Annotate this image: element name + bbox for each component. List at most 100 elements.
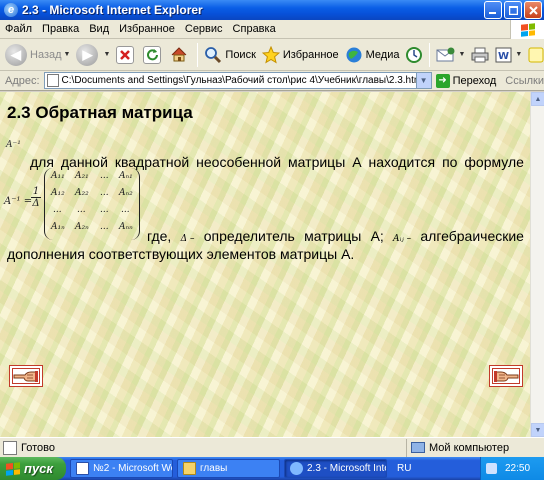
go-button[interactable]: ➜ Переход bbox=[435, 73, 496, 88]
fraction-numerator: 1 bbox=[31, 186, 41, 198]
word-icon: W bbox=[495, 47, 512, 62]
window-controls bbox=[484, 1, 542, 19]
word: матрицы bbox=[304, 228, 362, 244]
media-icon bbox=[346, 47, 362, 62]
clock: 22:50 bbox=[505, 463, 531, 474]
messenger-icon bbox=[528, 47, 544, 62]
my-computer-icon bbox=[411, 442, 425, 453]
back-arrow-icon: ◀ bbox=[5, 43, 27, 66]
menu-help[interactable]: Справка bbox=[228, 23, 281, 35]
address-bar: Адрес: C:\Documents and Settings\Гульназ… bbox=[0, 71, 544, 91]
menu-view[interactable]: Вид bbox=[84, 23, 114, 35]
matrix-cell: ... bbox=[100, 171, 109, 181]
word: формуле bbox=[464, 154, 524, 170]
address-label: Адрес: bbox=[5, 74, 40, 87]
favorites-label: Избранное bbox=[282, 48, 339, 61]
forward-arrow-icon: ▶ bbox=[76, 43, 99, 66]
next-page-button[interactable] bbox=[489, 365, 523, 387]
taskbar: пуск №2 - Microsoft Word главы 2.3 - Mic… bbox=[0, 457, 544, 480]
mail-button[interactable]: ▼ bbox=[433, 41, 468, 69]
task-word[interactable]: №2 - Microsoft Word bbox=[70, 459, 173, 478]
start-button[interactable]: пуск bbox=[0, 457, 66, 480]
address-input[interactable]: C:\Documents and Settings\Гульназ\Рабочи… bbox=[43, 72, 432, 89]
speaker-icon[interactable] bbox=[486, 463, 497, 474]
links-button[interactable]: Ссылки bbox=[505, 75, 544, 87]
inverse-matrix-symbol: A⁻¹ bbox=[6, 140, 21, 150]
back-dropdown-icon[interactable]: ▼ bbox=[64, 51, 71, 58]
menu-edit[interactable]: Правка bbox=[37, 23, 84, 35]
menu-favorites[interactable]: Избранное bbox=[114, 23, 180, 35]
start-label: пуск bbox=[24, 461, 53, 476]
matrix-cell: ... bbox=[100, 222, 109, 232]
folder-icon bbox=[183, 462, 196, 475]
page-done-icon bbox=[3, 440, 17, 455]
forward-dropdown-icon[interactable]: ▼ bbox=[103, 51, 110, 58]
menu-tools[interactable]: Сервис bbox=[180, 23, 228, 35]
scroll-up-icon[interactable]: ▲ bbox=[531, 92, 544, 106]
maximize-button[interactable] bbox=[504, 1, 522, 19]
forward-button[interactable]: ▶ ▼ bbox=[73, 41, 113, 69]
minimize-button[interactable] bbox=[484, 1, 502, 19]
svg-text:W: W bbox=[498, 51, 509, 62]
media-label: Медиа bbox=[365, 48, 400, 61]
ie-icon: e bbox=[4, 3, 18, 17]
edit-dropdown-icon[interactable]: ▼ bbox=[515, 51, 522, 58]
matrix-cell: Aₙₙ bbox=[119, 222, 133, 232]
search-button[interactable]: Поиск bbox=[201, 41, 258, 69]
zone-text: Мой компьютер bbox=[429, 441, 510, 454]
matrix-cell: ... bbox=[77, 205, 86, 215]
address-dropdown-icon[interactable]: ▼ bbox=[415, 73, 431, 88]
matrix-cell: A₁ₙ bbox=[51, 222, 65, 232]
media-button[interactable]: Медиа bbox=[342, 41, 403, 69]
matrix-cell: A₁₂ bbox=[51, 188, 65, 198]
word: А bbox=[352, 154, 362, 170]
toolbar-separator bbox=[197, 42, 199, 67]
task-ie[interactable]: 2.3 - Microsoft Intern... bbox=[284, 459, 387, 478]
menu-file[interactable]: Файл bbox=[0, 23, 37, 35]
history-button[interactable] bbox=[402, 41, 426, 69]
matrix-cell: ... bbox=[100, 188, 109, 198]
print-button[interactable] bbox=[468, 41, 492, 69]
back-button[interactable]: ◀ Назад ▼ bbox=[2, 41, 73, 69]
prev-page-button[interactable] bbox=[9, 365, 43, 387]
edit-word-button[interactable]: W ▼ bbox=[492, 41, 525, 69]
page-content: 2.3 Обратная матрица A⁻¹ для данной квад… bbox=[0, 92, 530, 437]
word: по bbox=[442, 154, 458, 170]
favorites-button[interactable]: Избранное bbox=[259, 41, 342, 69]
mail-dropdown-icon[interactable]: ▼ bbox=[458, 51, 465, 58]
close-button[interactable] bbox=[524, 1, 542, 19]
vertical-scrollbar[interactable]: ▲ ▼ bbox=[530, 92, 544, 437]
word: матрицы bbox=[288, 154, 346, 170]
task-folder[interactable]: главы bbox=[177, 459, 280, 478]
refresh-button[interactable] bbox=[140, 41, 167, 69]
pointing-hand-right-icon bbox=[494, 371, 519, 382]
word: определитель bbox=[203, 228, 295, 244]
stop-button[interactable] bbox=[113, 41, 140, 69]
ie-icon bbox=[290, 462, 303, 475]
close-icon bbox=[528, 5, 538, 15]
go-arrow-icon: ➜ bbox=[435, 73, 450, 88]
toolbar: ◀ Назад ▼ ▶ ▼ Поиск Избранное Медиа ▼ W … bbox=[0, 39, 544, 71]
mail-icon bbox=[436, 47, 455, 61]
formula-fraction: 1 Δ bbox=[31, 186, 41, 209]
task-label: 2.3 - Microsoft Intern... bbox=[307, 463, 386, 474]
toolbar-separator bbox=[429, 42, 431, 67]
formula-lhs: A⁻¹ = bbox=[4, 196, 33, 207]
minimize-icon bbox=[489, 12, 496, 14]
discuss-button[interactable] bbox=[525, 41, 544, 69]
search-icon bbox=[205, 46, 222, 63]
home-button[interactable] bbox=[167, 41, 194, 69]
home-icon bbox=[170, 46, 188, 64]
word: алгебраические bbox=[420, 228, 524, 244]
scroll-down-icon[interactable]: ▼ bbox=[531, 423, 544, 437]
matrix-cell: A₁₁ bbox=[51, 171, 65, 181]
language-indicator[interactable]: RU bbox=[397, 463, 411, 474]
task-label: №2 - Microsoft Word bbox=[93, 463, 172, 474]
system-tray: 22:50 bbox=[480, 457, 544, 480]
status-text: Готово bbox=[21, 441, 55, 454]
stop-icon bbox=[116, 45, 135, 64]
cofactor-symbol: Aᵢⱼ – bbox=[393, 234, 412, 244]
matrix-cell: ... bbox=[100, 205, 109, 215]
status-bar: Готово Мой компьютер bbox=[0, 437, 544, 457]
pointing-hand-left-icon bbox=[13, 371, 38, 382]
